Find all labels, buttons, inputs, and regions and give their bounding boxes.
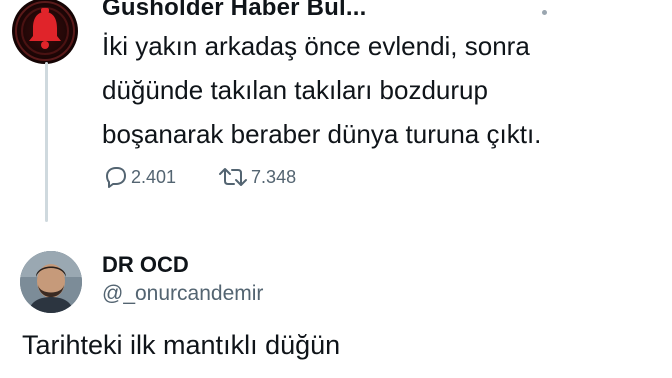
- thread-connector-line: [45, 62, 48, 222]
- tweet-stats: 2.401 7.348: [104, 166, 296, 188]
- retweet-icon: [219, 168, 248, 186]
- reply-display-name[interactable]: DR OCD: [102, 252, 189, 278]
- more-options-icon[interactable]: [542, 10, 547, 15]
- reply-count: 2.401: [131, 166, 177, 187]
- retweet-button[interactable]: 7.348: [218, 166, 296, 188]
- parent-display-name[interactable]: Gusholder Haber Bul...: [102, 0, 366, 22]
- reply-icon: [106, 167, 126, 188]
- reply-handle[interactable]: @_onurcandemir: [102, 282, 263, 306]
- parent-tweet-text: İki yakın arkadaş önce evlendi, sonra dü…: [102, 24, 662, 156]
- tweet-text-line: İki yakın arkadaş önce evlendi, sonra: [102, 31, 530, 61]
- reply-tweet-text: Tarihteki ilk mantıklı düğün: [22, 330, 341, 360]
- avatar-photo-icon: [20, 251, 82, 313]
- user-avatar[interactable]: [20, 251, 82, 313]
- reply-button[interactable]: 2.401: [104, 166, 176, 188]
- bell-icon: [15, 1, 75, 61]
- tweet-text-line: düğünde takılan takıları bozdurup: [102, 75, 488, 105]
- tweet-text-line: boşanarak beraber dünya turuna çıktı.: [102, 119, 542, 149]
- retweet-count: 7.348: [251, 166, 297, 187]
- bell-avatar[interactable]: [12, 0, 78, 64]
